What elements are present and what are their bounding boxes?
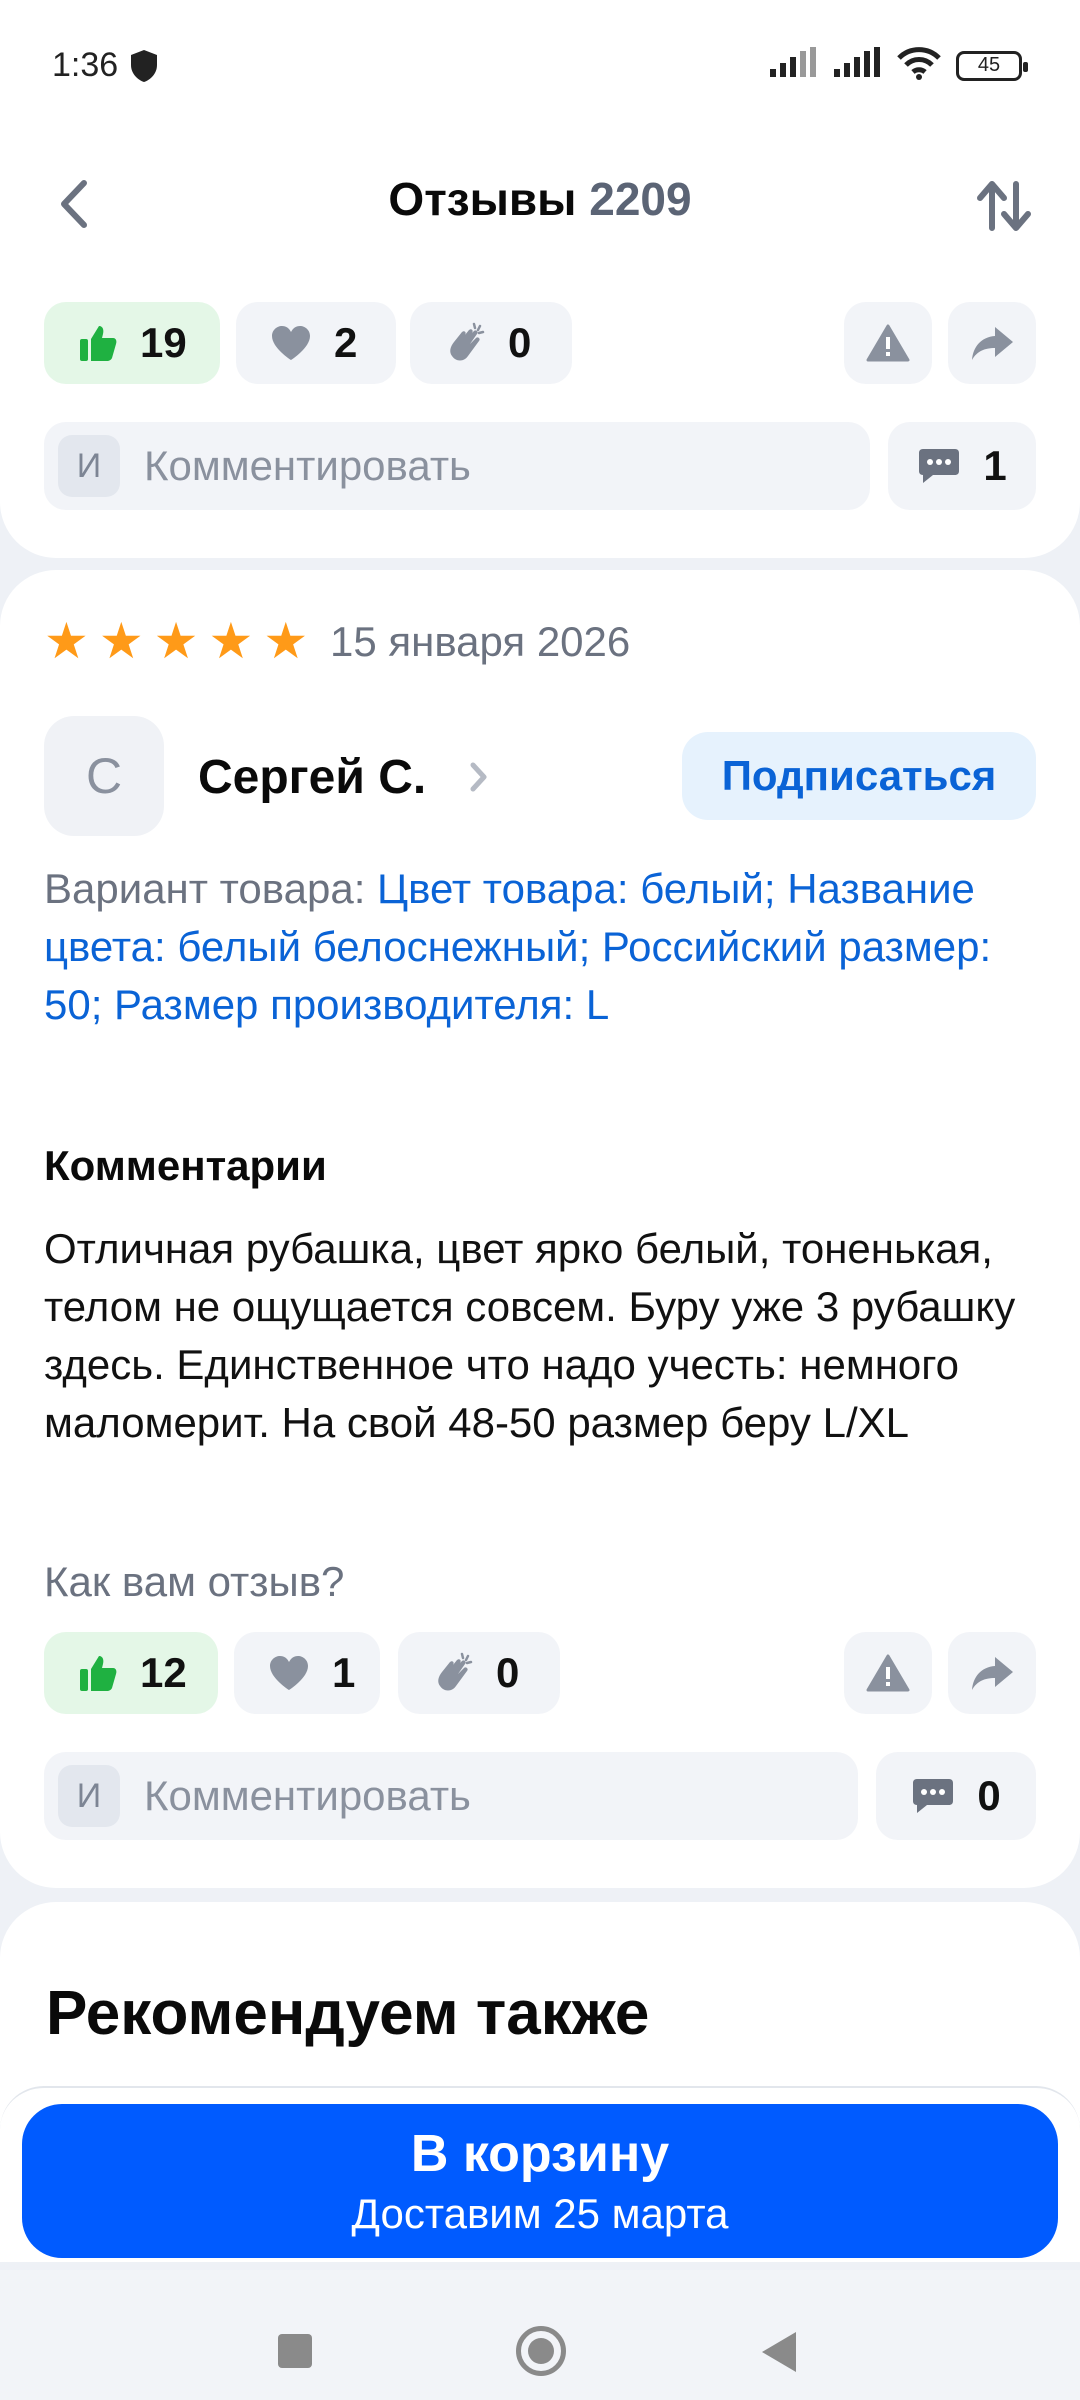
rating-stars: ★ ★ ★ ★ ★ xyxy=(44,616,308,666)
sort-button[interactable] xyxy=(972,174,1036,238)
report-button[interactable] xyxy=(844,302,932,384)
avatar: И xyxy=(58,1765,120,1827)
author-name[interactable]: Сергей С. xyxy=(198,750,426,805)
signal-icon xyxy=(832,47,882,84)
warning-icon xyxy=(866,324,910,362)
share-button[interactable] xyxy=(948,302,1036,384)
recommend-title: Рекомендуем также xyxy=(46,1979,650,2048)
comment-input[interactable]: И Комментировать xyxy=(44,422,870,510)
share-icon xyxy=(972,1657,1013,1690)
reaction-row: 19 2 0 xyxy=(44,302,1036,384)
chat-bubble-icon xyxy=(913,1779,954,1813)
heart-button[interactable]: 1 xyxy=(234,1632,380,1714)
avatar: И xyxy=(58,435,120,497)
review-date: 15 января 2026 xyxy=(330,618,631,665)
review-card: ★ ★ ★ ★ ★ 15 января 2026 С Сергей С. Под… xyxy=(0,570,1080,1888)
previous-review-card: 19 2 0 И Комментировать 1 xyxy=(0,280,1080,558)
star-icon: ★ xyxy=(208,613,254,669)
reaction-row: 12 1 0 xyxy=(44,1632,1036,1714)
back-nav-button[interactable] xyxy=(762,2332,796,2372)
like-count: 12 xyxy=(140,1649,187,1696)
chevron-right-icon[interactable] xyxy=(468,760,490,799)
recent-apps-button[interactable] xyxy=(278,2334,312,2368)
product-variant: Вариант товара: Цвет товара: белый; Назв… xyxy=(44,860,1004,1034)
like-count: 19 xyxy=(140,319,187,366)
delivery-date: Доставим 25 марта xyxy=(351,2190,729,2237)
status-icons: 45 xyxy=(768,46,1028,85)
star-icon: ★ xyxy=(98,613,144,669)
heart-icon xyxy=(268,1654,310,1692)
status-time: 1:36 xyxy=(52,46,119,84)
star-icon: ★ xyxy=(263,613,309,669)
header: Отзывы 2209 xyxy=(0,130,1080,280)
clap-icon xyxy=(432,1652,474,1694)
comment-row: И Комментировать 1 xyxy=(44,422,1036,510)
heart-count: 1 xyxy=(332,1649,356,1696)
chat-bubble-icon xyxy=(919,449,960,483)
thumbs-up-icon xyxy=(78,323,118,363)
star-icon: ★ xyxy=(153,613,199,669)
comment-placeholder: Комментировать xyxy=(144,442,471,489)
page-title: Отзывы 2209 xyxy=(0,172,1080,226)
avatar[interactable]: С xyxy=(44,716,164,836)
share-icon xyxy=(972,327,1013,360)
cart-label: В корзину xyxy=(410,2125,670,2183)
clap-button[interactable]: 0 xyxy=(398,1632,560,1714)
comment-input[interactable]: И Комментировать xyxy=(44,1752,858,1840)
like-button[interactable]: 19 xyxy=(44,302,220,384)
variant-label: Вариант товара: xyxy=(44,865,366,912)
comments-heading: Комментарии xyxy=(44,1142,327,1189)
review-text: Отличная рубашка, цвет ярко белый, тонен… xyxy=(44,1225,1016,1446)
wifi-icon xyxy=(896,46,942,85)
subscribe-button[interactable]: Подписаться xyxy=(682,732,1036,820)
comment-placeholder: Комментировать xyxy=(144,1772,471,1819)
add-to-cart-button[interactable]: В корзину Доставим 25 марта xyxy=(22,2104,1058,2258)
clap-count: 0 xyxy=(496,1649,520,1696)
thumbs-up-icon xyxy=(78,1653,118,1693)
shield-icon xyxy=(128,48,160,89)
signal-icon xyxy=(768,47,818,84)
comments-count: 1 xyxy=(983,442,1007,489)
star-icon: ★ xyxy=(44,613,89,669)
rate-question: Как вам отзыв? xyxy=(44,1558,345,1605)
system-nav-bar xyxy=(0,2270,1080,2400)
clap-button[interactable]: 0 xyxy=(410,302,572,384)
heart-count: 2 xyxy=(334,319,358,366)
sort-icon xyxy=(977,181,1031,231)
clap-count: 0 xyxy=(508,319,532,366)
comments-button[interactable]: 0 xyxy=(876,1752,1036,1840)
battery-icon: 45 xyxy=(956,50,1028,81)
comments-count: 0 xyxy=(977,1772,1001,1819)
comments-button[interactable]: 1 xyxy=(888,422,1036,510)
home-button[interactable] xyxy=(516,2326,566,2376)
share-button[interactable] xyxy=(948,1632,1036,1714)
page-title-text: Отзывы xyxy=(388,173,577,225)
status-bar: 1:36 45 xyxy=(0,0,1080,130)
heart-button[interactable]: 2 xyxy=(236,302,396,384)
comment-row: И Комментировать 0 xyxy=(44,1752,1036,1840)
clap-icon xyxy=(444,322,486,364)
warning-icon xyxy=(866,1654,910,1692)
heart-icon xyxy=(270,324,312,362)
report-button[interactable] xyxy=(844,1632,932,1714)
reviews-count: 2209 xyxy=(589,173,692,225)
like-button[interactable]: 12 xyxy=(44,1632,218,1714)
